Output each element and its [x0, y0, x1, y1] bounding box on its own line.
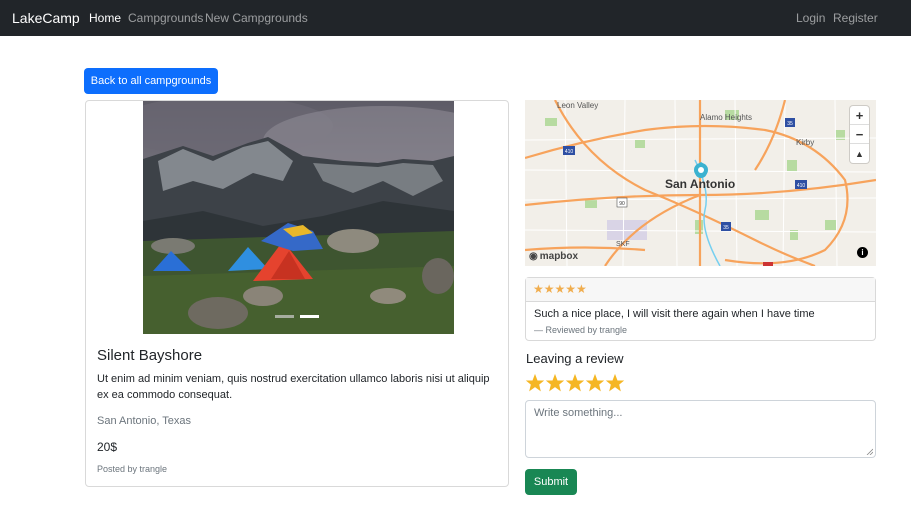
svg-text:35: 35 [723, 225, 729, 231]
nav-register[interactable]: Register [833, 11, 878, 25]
campground-map[interactable]: 410 35 410 90 35 Leon Valley Alamo Heigh… [525, 100, 876, 266]
brand-link[interactable]: LakeCamp [12, 10, 80, 26]
review-text: Such a nice place, I will visit there ag… [534, 308, 815, 320]
compass-button[interactable]: ▲ [850, 144, 869, 163]
svg-text:410: 410 [797, 183, 806, 189]
map-tiles: 410 35 410 90 35 Leon Valley Alamo Heigh… [525, 100, 876, 266]
nav-home[interactable]: Home [89, 11, 121, 25]
map-info-icon[interactable]: i [857, 247, 868, 258]
mapbox-icon: ◉ [529, 251, 538, 262]
review-placeholder: Write something... [534, 407, 623, 419]
review-card: ★★★★★ Such a nice place, I will visit th… [525, 277, 876, 341]
campground-photo [143, 101, 454, 334]
map-label-kirby: Kirby [796, 138, 814, 147]
review-textarea[interactable]: Write something... [525, 400, 876, 458]
submit-review-button[interactable]: Submit [525, 469, 577, 495]
star-rating-input [525, 373, 625, 393]
review-stars: ★★★★★ [526, 278, 875, 302]
campground-price: 20$ [97, 440, 118, 454]
svg-text:90: 90 [619, 201, 625, 207]
svg-text:410: 410 [565, 149, 574, 155]
campground-description: Ut enim ad minim veniam, quis nostrud ex… [97, 373, 490, 401]
back-to-campgrounds-button[interactable]: Back to all campgrounds [84, 68, 218, 94]
campground-title: Silent Bayshore [97, 347, 203, 364]
map-label-skf: SKF [616, 241, 630, 248]
zoom-in-button[interactable]: + [850, 106, 869, 125]
svg-text:35: 35 [787, 121, 793, 127]
leave-review-title: Leaving a review [526, 351, 624, 366]
star-icon[interactable] [605, 373, 625, 393]
map-label-leon-valley: Leon Valley [557, 101, 598, 110]
review-author: — Reviewed by trangle [534, 325, 628, 335]
campground-card: Silent Bayshore Ut enim ad minim veniam,… [85, 100, 509, 487]
star-icon[interactable] [525, 373, 545, 393]
campground-location: San Antonio, Texas [97, 415, 191, 427]
nav-new-campground[interactable]: New Campgrounds [205, 11, 308, 25]
map-label-city: San Antonio [665, 177, 735, 191]
nav-campgrounds[interactable]: Campgrounds [128, 11, 203, 25]
mapbox-logo[interactable]: ◉ mapbox [529, 251, 578, 262]
image-carousel[interactable] [143, 101, 454, 334]
zoom-out-button[interactable]: − [850, 125, 869, 144]
campground-author: Posted by trangle [97, 464, 168, 474]
resize-handle-icon[interactable] [866, 448, 873, 455]
map-label-alamo-heights: Alamo Heights [700, 113, 752, 122]
nav-login[interactable]: Login [796, 11, 825, 25]
map-zoom-controls: + − ▲ [850, 106, 869, 163]
star-icon[interactable] [545, 373, 565, 393]
star-icon[interactable] [565, 373, 585, 393]
navbar: LakeCamp Home Campgrounds New Campground… [0, 0, 911, 36]
star-icon[interactable] [585, 373, 605, 393]
